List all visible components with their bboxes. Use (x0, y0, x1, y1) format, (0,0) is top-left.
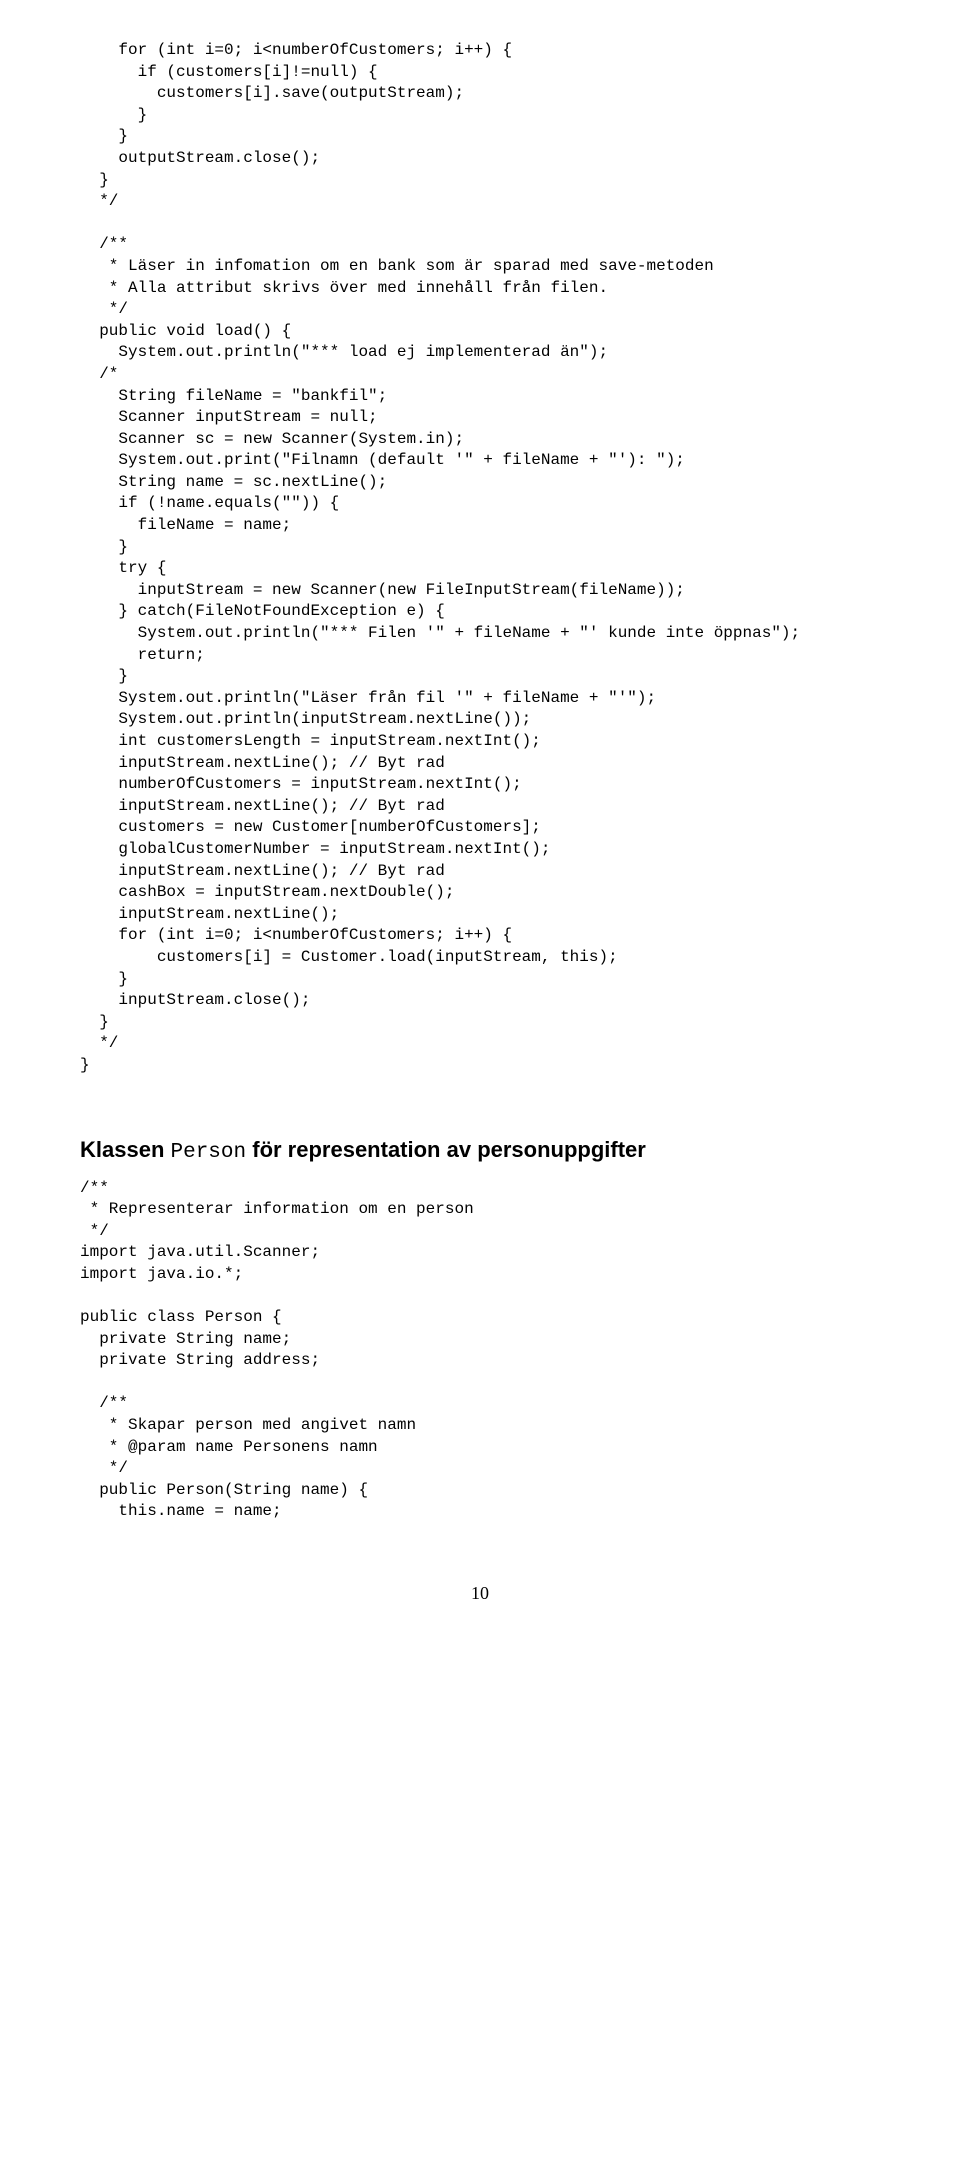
heading-suffix: för representation av personuppgifter (246, 1137, 646, 1162)
document-page: for (int i=0; i<numberOfCustomers; i++) … (0, 0, 960, 1664)
code-block-person-class: /** * Representerar information om en pe… (80, 1178, 880, 1524)
section-heading-person: Klassen Person för representation av per… (80, 1137, 880, 1164)
code-block-bank-load: for (int i=0; i<numberOfCustomers; i++) … (80, 40, 880, 1077)
heading-prefix: Klassen (80, 1137, 171, 1162)
page-number: 10 (80, 1583, 880, 1604)
heading-classname: Person (171, 1141, 247, 1164)
